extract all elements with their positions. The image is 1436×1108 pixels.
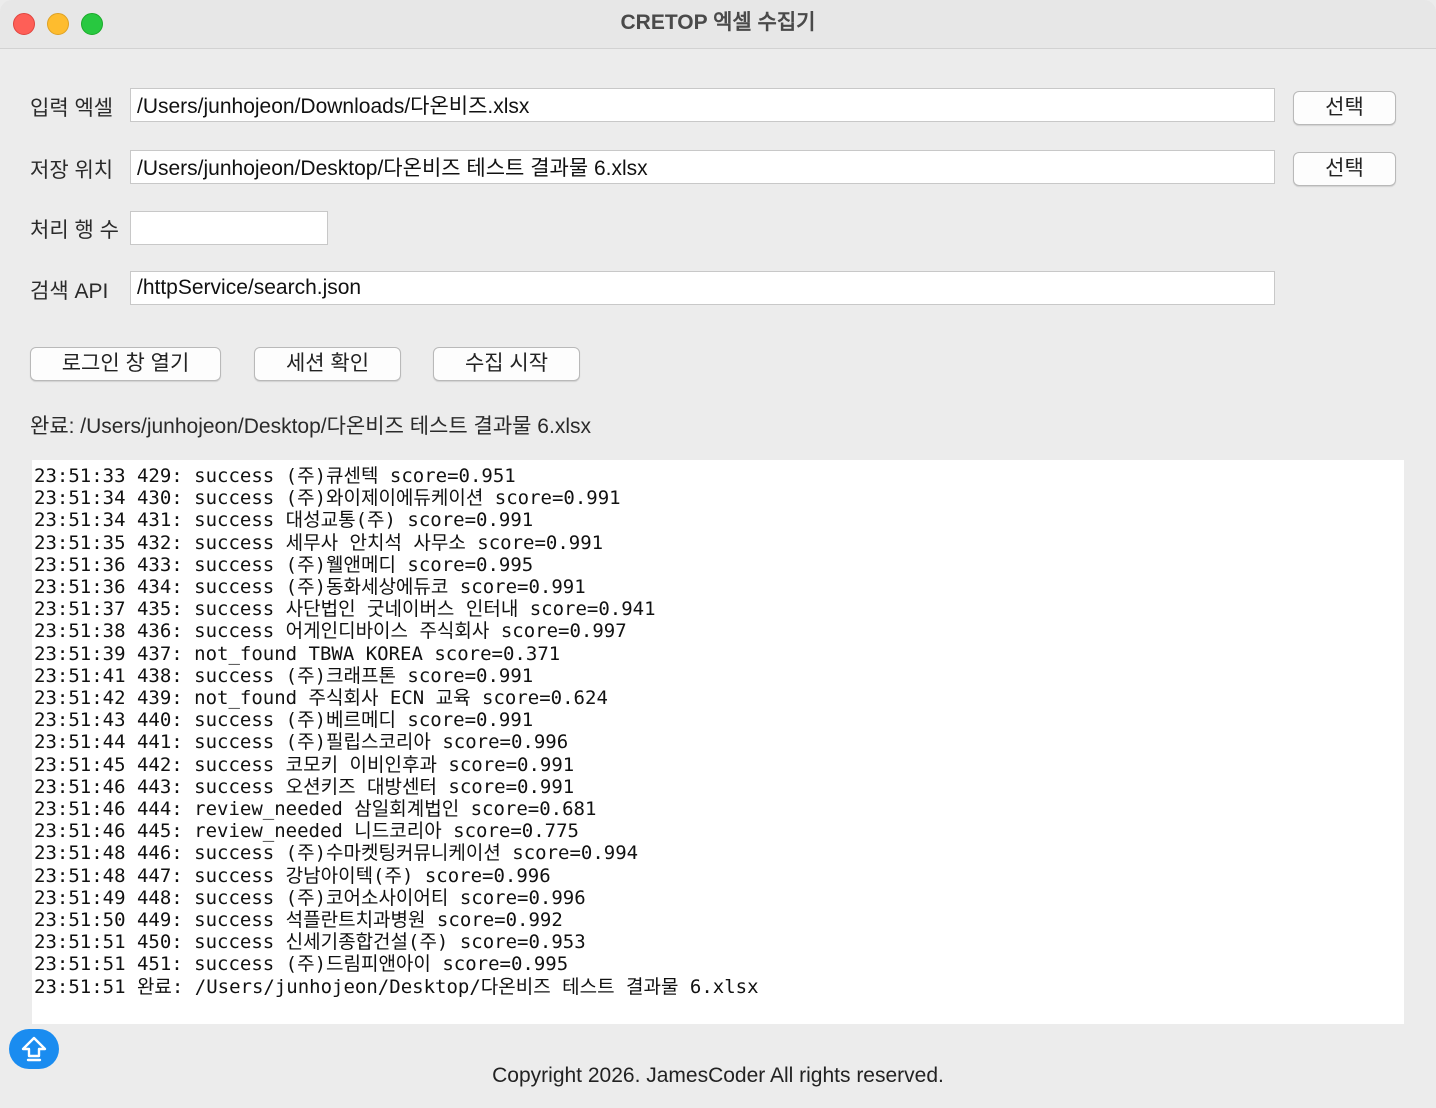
- log-lines: 23:51:33 429: success (주)큐센텍 score=0.951…: [34, 465, 759, 998]
- log-line: 23:51:48 446: success (주)수마켓팅커뮤니케이션 scor…: [34, 842, 639, 865]
- search-api-field[interactable]: [130, 271, 1275, 305]
- log-line: 23:51:51 완료: /Users/junhojeon/Desktop/다온…: [34, 975, 759, 998]
- row-count-field[interactable]: [130, 211, 328, 245]
- log-line: 23:51:37 435: success 사단법인 굿네이버스 인터내 sco…: [34, 598, 656, 621]
- window-title: CRETOP 엑셀 수집기: [620, 11, 816, 34]
- select-input-button[interactable]: 선택: [1293, 91, 1396, 125]
- log-line: 23:51:34 430: success (주)와이제이에듀케이션 score…: [34, 487, 621, 510]
- start-collect-button[interactable]: 수집 시작: [433, 347, 580, 381]
- log-line: 23:51:35 432: success 세무사 안치석 사무소 score=…: [34, 531, 604, 554]
- status-text: 완료: /Users/junhojeon/Desktop/다온비즈 테스트 결과…: [30, 415, 591, 438]
- check-session-button[interactable]: 세션 확인: [254, 347, 401, 381]
- output-path-field[interactable]: [130, 150, 1275, 184]
- output-path-label: 저장 위치: [30, 159, 114, 182]
- log-line: 23:51:33 429: success (주)큐센텍 score=0.951: [34, 465, 516, 487]
- log-line: 23:51:45 442: success 코모키 이비인후과 score=0.…: [34, 753, 575, 776]
- log-line: 23:51:43 440: success (주)베르메디 score=0.99…: [34, 709, 534, 732]
- log-line: 23:51:51 451: success (주)드림피앤아이 score=0.…: [34, 953, 569, 976]
- log-line: 23:51:49 448: success (주)코어소사이어티 score=0…: [34, 886, 586, 909]
- arrow-up-icon: [21, 1036, 47, 1062]
- open-login-button[interactable]: 로그인 창 열기: [30, 347, 221, 381]
- log-line: 23:51:51 450: success 신세기종합건설(주) score=0…: [34, 931, 586, 954]
- input-excel-field[interactable]: [130, 88, 1275, 122]
- log-line: 23:51:36 433: success (주)웰앤메디 score=0.99…: [34, 553, 534, 576]
- select-output-button[interactable]: 선택: [1293, 152, 1396, 186]
- app-window: CRETOP 엑셀 수집기 입력 엑셀 선택 저장 위치 선택 처리 행 수 검…: [0, 0, 1436, 1108]
- log-line: 23:51:42 439: not_found 주식회사 ECN 교육 scor…: [34, 687, 608, 710]
- scroll-top-button[interactable]: [9, 1029, 59, 1069]
- log-line: 23:51:50 449: success 석플란트치과병원 score=0.9…: [34, 909, 563, 932]
- log-line: 23:51:36 434: success (주)동화세상에듀코 score=0…: [34, 576, 586, 599]
- log-line: 23:51:46 445: review_needed 니드코리아 score=…: [34, 820, 579, 843]
- search-api-label: 검색 API: [30, 280, 109, 303]
- log-line: 23:51:34 431: success 대성교통(주) score=0.99…: [34, 509, 534, 532]
- copyright-footer: Copyright 2026. JamesCoder All rights re…: [492, 1064, 944, 1087]
- log-panel[interactable]: 23:51:33 429: success (주)큐센텍 score=0.951…: [32, 460, 1404, 1024]
- log-line: 23:51:46 443: success 오션키즈 대방센터 score=0.…: [34, 775, 575, 798]
- input-excel-label: 입력 엑셀: [30, 97, 114, 120]
- log-line: 23:51:38 436: success 어게인디바이스 주식회사 score…: [34, 620, 627, 643]
- log-line: 23:51:46 444: review_needed 삼일회계법인 score…: [34, 798, 597, 821]
- log-line: 23:51:41 438: success (주)크래프톤 score=0.99…: [34, 664, 534, 687]
- row-count-label: 처리 행 수: [30, 219, 119, 242]
- title-bar: CRETOP 엑셀 수집기: [0, 0, 1436, 49]
- log-line: 23:51:48 447: success 강남아이텍(주) score=0.9…: [34, 864, 551, 887]
- log-line: 23:51:39 437: not_found TBWA KOREA score…: [34, 642, 561, 665]
- log-line: 23:51:44 441: success (주)필립스코리아 score=0.…: [34, 731, 569, 754]
